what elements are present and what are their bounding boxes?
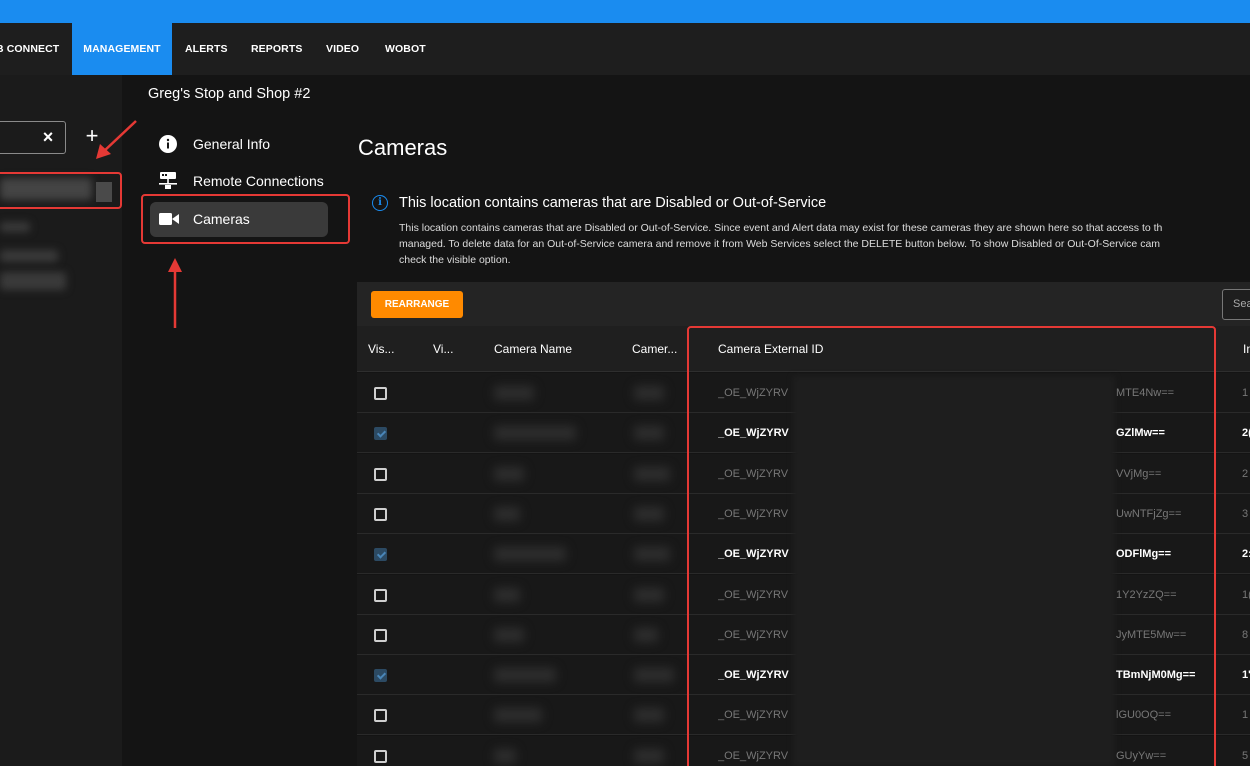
visible-checkbox[interactable] (374, 709, 387, 723)
camera-name-cell (494, 708, 542, 723)
visible-checkbox[interactable] (374, 427, 387, 441)
location-search-input[interactable] (0, 121, 66, 154)
main-nav: B CONNECT MANAGEMENT ALERTS REPORTS VIDE… (0, 23, 1250, 75)
page-title: Cameras (358, 135, 448, 160)
clear-search-icon[interactable]: × (40, 125, 56, 149)
subnav-general-info[interactable]: General Info (150, 127, 328, 161)
camera-name-cell (494, 587, 520, 602)
id-cell: 1 (1242, 709, 1249, 722)
external-id-suffix: JyMTE5Mw== (1116, 628, 1187, 641)
camera-type-cell (634, 587, 664, 602)
column-header-video[interactable]: Vi... (433, 326, 459, 372)
id-cell: 8 (1242, 628, 1249, 641)
subnav-label: General Info (193, 136, 271, 152)
annotation-box-cameras (141, 194, 350, 244)
annotation-arrow-icon (96, 120, 137, 159)
annotation-box-location (0, 172, 122, 209)
camera-type-cell (634, 547, 670, 562)
nav-item-web-connect[interactable]: B CONNECT (0, 23, 68, 75)
app-window: B CONNECT MANAGEMENT ALERTS REPORTS VIDE… (0, 0, 1250, 766)
camera-type-cell (634, 426, 664, 441)
column-header-id[interactable]: In (1243, 326, 1250, 372)
info-icon (159, 135, 177, 153)
list-item[interactable] (0, 222, 30, 232)
visible-checkbox[interactable] (374, 507, 387, 521)
visible-checkbox[interactable] (374, 387, 387, 400)
id-cell: 5 (1242, 749, 1249, 762)
top-accent-bar (0, 0, 1250, 23)
nav-item-wobot[interactable]: WOBOT (385, 23, 426, 75)
annotation-arrow-icon (168, 258, 182, 328)
external-id-suffix: VVjMg== (1116, 467, 1162, 480)
id-cell: 3 (1242, 507, 1249, 520)
external-id-suffix: 1Y2YzZQ== (1116, 588, 1177, 601)
camera-type-cell (634, 506, 664, 521)
nav-item-alerts[interactable]: ALERTS (185, 23, 228, 75)
camera-type-cell (634, 386, 664, 400)
external-id-suffix: ODFlMg== (1116, 548, 1172, 561)
table-search-input[interactable]: Sea (1222, 289, 1250, 320)
network-icon (159, 172, 177, 189)
nav-item-reports[interactable]: REPORTS (251, 23, 302, 75)
camera-name-cell (494, 668, 556, 683)
list-item[interactable] (0, 272, 66, 290)
column-header-camera-type[interactable]: Camer... (632, 326, 680, 372)
id-cell: 1' (1242, 669, 1250, 682)
visible-checkbox[interactable] (374, 669, 387, 683)
external-id-suffix: MTE4Nw== (1116, 387, 1175, 399)
camera-name-cell (494, 386, 534, 400)
visible-checkbox[interactable] (374, 548, 387, 562)
list-item[interactable] (0, 250, 58, 262)
id-cell: 2 (1242, 467, 1249, 480)
rearrange-button[interactable]: REARRANGE (371, 291, 463, 318)
nav-item-video[interactable]: VIDEO (326, 23, 359, 75)
camera-name-cell (494, 506, 520, 521)
camera-type-cell (634, 466, 670, 481)
location-title: Greg's Stop and Shop #2 (148, 86, 311, 102)
nav-item-management[interactable]: MANAGEMENT (72, 23, 172, 75)
notice-title: This location contains cameras that are … (399, 195, 827, 211)
camera-name-cell (494, 426, 576, 441)
id-cell: 2: (1242, 548, 1250, 561)
notice-info-icon: i (372, 195, 388, 211)
camera-name-cell (494, 466, 524, 481)
visible-checkbox[interactable] (374, 749, 387, 763)
external-id-suffix: GUyYw== (1116, 749, 1167, 762)
camera-type-cell (634, 748, 664, 763)
external-id-suffix: GZlMw== (1116, 427, 1165, 440)
subnav-remote-connections[interactable]: Remote Connections (150, 164, 328, 198)
table-toolbar (357, 282, 1250, 326)
visible-checkbox[interactable] (374, 628, 387, 642)
notice-line: managed. To delete data for an Out-of-Se… (399, 238, 1161, 250)
notice-line: check the visible option. (399, 254, 511, 266)
camera-name-cell (494, 748, 516, 763)
id-cell: 1 (1242, 387, 1249, 399)
column-header-camera-name[interactable]: Camera Name (494, 326, 594, 372)
camera-type-cell (634, 668, 674, 683)
id-cell: 1( (1242, 588, 1250, 601)
visible-checkbox[interactable] (374, 588, 387, 602)
external-id-suffix: lGU0OQ== (1116, 709, 1172, 722)
subnav-label: Remote Connections (193, 173, 324, 189)
notice-line: This location contains cameras that are … (399, 222, 1163, 234)
external-id-suffix: UwNTFjZg== (1116, 507, 1182, 520)
camera-name-cell (494, 547, 566, 562)
notice-body: This location contains cameras that are … (399, 220, 1250, 268)
camera-type-cell (634, 627, 658, 642)
external-id-suffix: TBmNjM0Mg== (1116, 669, 1196, 682)
id-cell: 2( (1242, 427, 1250, 440)
camera-name-cell (494, 627, 524, 642)
column-header-visible[interactable]: Vis... (368, 326, 398, 372)
camera-type-cell (634, 708, 664, 723)
visible-checkbox[interactable] (374, 467, 387, 481)
